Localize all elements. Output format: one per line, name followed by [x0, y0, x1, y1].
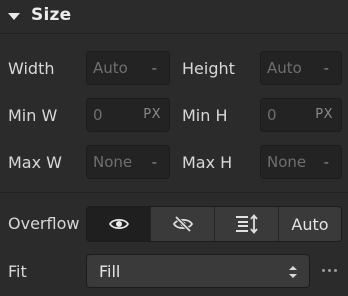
- width-label: Width: [8, 59, 55, 78]
- size-panel: Size Width Auto - Height Auto - Min W 0 …: [0, 0, 348, 296]
- width-value: Auto: [93, 59, 128, 77]
- min-height-input[interactable]: 0 PX: [260, 98, 342, 132]
- max-width-value: None: [93, 153, 133, 171]
- max-width-input[interactable]: None -: [86, 145, 170, 179]
- height-label: Height: [182, 59, 235, 78]
- height-unit[interactable]: -: [324, 59, 329, 77]
- width-unit[interactable]: -: [152, 59, 157, 77]
- max-height-input[interactable]: None -: [260, 145, 342, 179]
- max-width-unit[interactable]: -: [152, 153, 157, 171]
- max-height-value: None: [267, 153, 307, 171]
- min-height-label: Min H: [182, 106, 228, 125]
- section-title: Size: [31, 5, 72, 25]
- fit-select[interactable]: Fill: [86, 254, 310, 288]
- fit-label: Fit: [8, 262, 27, 281]
- min-height-unit[interactable]: PX: [315, 107, 333, 122]
- scroll-icon: [235, 214, 258, 234]
- overflow-segmented-control: Auto: [86, 206, 342, 242]
- max-height-label: Max H: [182, 153, 233, 172]
- min-width-unit[interactable]: PX: [143, 107, 161, 122]
- height-value: Auto: [267, 59, 302, 77]
- min-width-label: Min W: [8, 106, 58, 125]
- fit-value: Fill: [99, 262, 121, 281]
- min-width-input[interactable]: 0 PX: [86, 98, 170, 132]
- eye-slash-icon: [172, 215, 193, 233]
- section-divider: [0, 192, 348, 193]
- max-width-label: Max W: [8, 153, 62, 172]
- overflow-auto-label: Auto: [291, 214, 329, 234]
- more-horizontal-icon[interactable]: [318, 260, 340, 280]
- overflow-visible-button[interactable]: [87, 207, 151, 241]
- eye-icon: [108, 218, 129, 230]
- section-header[interactable]: Size: [0, 0, 348, 34]
- overflow-scroll-button[interactable]: [215, 207, 279, 241]
- overflow-auto-button[interactable]: Auto: [279, 207, 341, 241]
- min-width-value: 0: [93, 106, 103, 124]
- caret-down-icon[interactable]: [8, 13, 20, 20]
- overflow-hidden-button[interactable]: [151, 207, 215, 241]
- overflow-label: Overflow: [8, 214, 80, 233]
- width-input[interactable]: Auto -: [86, 51, 170, 85]
- chevron-up-down-icon: [289, 266, 297, 278]
- min-height-value: 0: [267, 106, 277, 124]
- height-input[interactable]: Auto -: [260, 51, 342, 85]
- max-height-unit[interactable]: -: [324, 153, 329, 171]
